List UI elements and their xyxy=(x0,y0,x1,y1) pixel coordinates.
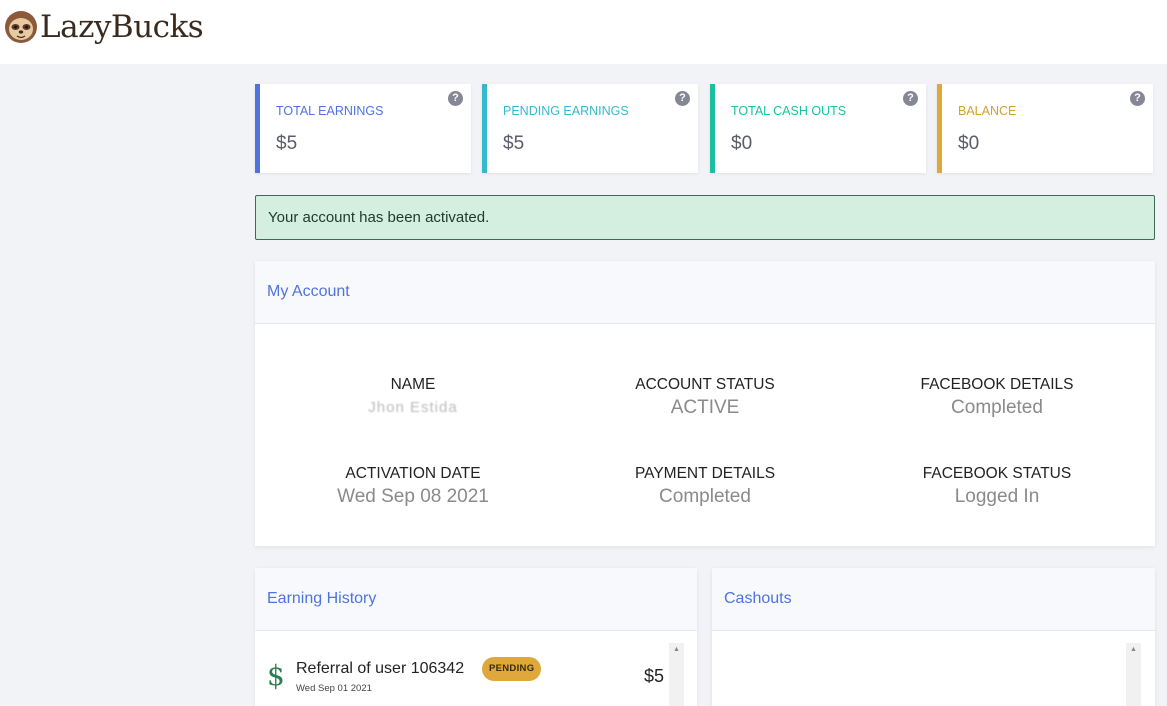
stat-value: $5 xyxy=(276,133,298,154)
top-bar: LazyBucks xyxy=(0,0,1167,64)
stat-label: BALANCE xyxy=(958,104,1017,118)
help-icon[interactable]: ? xyxy=(448,91,463,106)
account-facebook-details: FACEBOOK DETAILS Completed xyxy=(847,376,1147,419)
card-title: My Account xyxy=(255,261,1155,324)
stat-value: $5 xyxy=(503,133,525,154)
stat-value: $0 xyxy=(731,133,753,154)
field-value: Completed xyxy=(951,397,1043,418)
earning-date: Wed Sep 01 2021 xyxy=(296,683,372,694)
cashouts-card: Cashouts ▲ xyxy=(712,568,1155,706)
stat-label: TOTAL EARNINGS xyxy=(276,104,384,118)
field-value: Wed Sep 08 2021 xyxy=(337,486,489,507)
sloth-icon xyxy=(5,11,37,43)
scrollbar[interactable]: ▲ xyxy=(1126,643,1141,706)
stat-label: TOTAL CASH OUTS xyxy=(731,104,847,118)
status-badge: PENDING xyxy=(482,657,542,681)
card-title: Earning History xyxy=(255,568,697,631)
account-status: ACCOUNT STATUS ACTIVE xyxy=(555,376,855,419)
my-account-card: My Account NAME Jhon Estida ACCOUNT STAT… xyxy=(255,261,1155,546)
stat-total-cash-outs: TOTAL CASH OUTS $0 ? xyxy=(710,84,926,173)
list-item[interactable]: $ Referral of user 106342 Wed Sep 01 202… xyxy=(255,631,683,706)
field-label: FACEBOOK DETAILS xyxy=(920,376,1074,393)
earning-amount: $5 xyxy=(644,666,665,686)
help-icon[interactable]: ? xyxy=(1130,91,1145,106)
account-facebook-status: FACEBOOK STATUS Logged In xyxy=(847,465,1147,508)
logo[interactable]: LazyBucks xyxy=(4,9,204,45)
account-payment-details: PAYMENT DETAILS Completed xyxy=(555,465,855,508)
brand-name: LazyBucks xyxy=(40,9,204,45)
field-label: FACEBOOK STATUS xyxy=(922,465,1072,482)
field-label: NAME xyxy=(390,376,436,393)
earning-title: Referral of user 106342 xyxy=(296,660,465,677)
field-value: Jhon Estida xyxy=(368,399,458,416)
field-value: Logged In xyxy=(954,486,1040,507)
account-activation-date: ACTIVATION DATE Wed Sep 08 2021 xyxy=(263,465,563,508)
stat-label: PENDING EARNINGS xyxy=(503,104,629,118)
help-icon[interactable]: ? xyxy=(675,91,690,106)
scroll-up-icon[interactable]: ▲ xyxy=(1126,646,1141,653)
field-label: ACTIVATION DATE xyxy=(345,465,481,482)
stat-balance: BALANCE $0 ? xyxy=(937,84,1153,173)
field-value: ACTIVE xyxy=(670,397,740,418)
activation-alert: Your account has been activated. xyxy=(255,195,1155,240)
stat-value: $0 xyxy=(958,133,980,154)
field-value: Completed xyxy=(659,486,751,507)
help-icon[interactable]: ? xyxy=(903,91,918,106)
field-label: PAYMENT DETAILS xyxy=(634,465,776,482)
stat-total-earnings: TOTAL EARNINGS $5 ? xyxy=(255,84,471,173)
field-label: ACCOUNT STATUS xyxy=(635,376,775,393)
stat-pending-earnings: PENDING EARNINGS $5 ? xyxy=(482,84,698,173)
account-name: NAME Jhon Estida xyxy=(263,376,563,416)
dollar-icon: $ xyxy=(267,659,285,692)
card-title: Cashouts xyxy=(712,568,1155,631)
